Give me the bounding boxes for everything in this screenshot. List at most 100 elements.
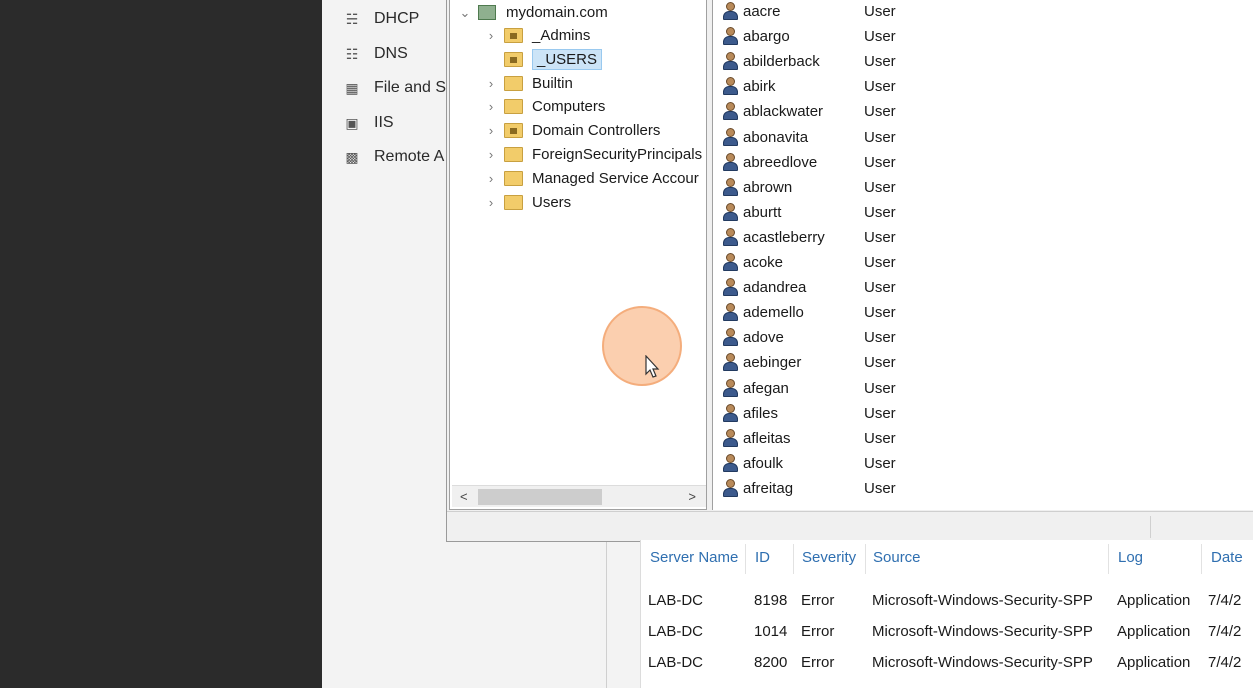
column-header-source[interactable]: Source xyxy=(873,549,921,566)
cell-date: 7/4/2 xyxy=(1208,623,1242,640)
column-header-server-name[interactable]: Server Name xyxy=(650,549,738,566)
user-icon xyxy=(723,77,739,96)
user-name: afreitag xyxy=(743,479,794,497)
chevron-right-icon[interactable]: › xyxy=(484,28,498,43)
user-type: User xyxy=(864,3,896,20)
user-icon xyxy=(723,202,739,222)
tree-item-computers[interactable]: › Computers xyxy=(484,98,606,115)
user-icon xyxy=(723,353,739,372)
list-item[interactable]: afiles User xyxy=(723,401,1243,426)
chevron-right-icon[interactable]: › xyxy=(484,123,498,138)
tree-label: mydomain.com xyxy=(506,4,608,21)
nav-item-remote-access[interactable]: ▩ Remote A xyxy=(342,148,444,166)
tree-item-admins[interactable]: › _Admins xyxy=(484,27,591,44)
events-table: Server Name ID Severity Source Log Date … xyxy=(640,540,1253,688)
cell-severity: Error xyxy=(801,623,835,640)
user-name: abrown xyxy=(743,178,793,196)
list-item[interactable]: abirk User xyxy=(723,74,1243,99)
cell-severity: Error xyxy=(801,592,835,609)
user-type: User xyxy=(864,429,896,447)
column-header-id[interactable]: ID xyxy=(755,549,770,566)
tree-label: Managed Service Accour xyxy=(532,170,699,187)
list-item[interactable]: adove User xyxy=(723,325,1243,350)
nav-item-iis[interactable]: ▣ IIS xyxy=(342,114,393,132)
tree-label: ForeignSecurityPrincipals xyxy=(532,146,703,163)
list-item[interactable]: acastleberry User xyxy=(723,225,1243,250)
column-header-date[interactable]: Date xyxy=(1211,549,1243,566)
tree-label: _Admins xyxy=(532,27,591,44)
cell-severity: Error xyxy=(801,654,835,671)
tree-item-users-ou[interactable]: _USERS xyxy=(484,49,603,70)
user-icon xyxy=(723,453,739,473)
user-icon xyxy=(723,278,739,297)
list-item[interactable]: aebinger User xyxy=(723,350,1243,375)
cell-server: LAB-DC xyxy=(648,654,704,671)
server-manager-nav: ☵ DHCP ☷ DNS ▦ File and S ▣ IIS ▩ Remote… xyxy=(322,0,450,688)
tree-item-managed-service-accounts[interactable]: › Managed Service Accour xyxy=(484,170,699,187)
chevron-right-icon[interactable]: › xyxy=(484,99,498,114)
list-item[interactable]: afreitag User xyxy=(723,476,1243,501)
mouse-cursor-icon xyxy=(645,355,660,378)
tree-item-domain-controllers[interactable]: › Domain Controllers xyxy=(484,122,661,139)
chevron-right-icon[interactable]: › xyxy=(484,171,498,186)
column-header-severity[interactable]: Severity xyxy=(802,549,856,566)
nav-item-dhcp[interactable]: ☵ DHCP xyxy=(342,10,420,28)
list-item[interactable]: ademello User xyxy=(723,300,1243,325)
tree-label: Users xyxy=(532,194,572,211)
column-separator xyxy=(745,544,746,574)
list-item[interactable]: ablackwater User xyxy=(723,99,1243,124)
cell-log: Application xyxy=(1117,623,1191,640)
tree-item-foreign-security-principals[interactable]: › ForeignSecurityPrincipals xyxy=(484,146,702,163)
user-icon xyxy=(723,428,739,448)
scroll-right-icon[interactable]: > xyxy=(688,489,696,504)
user-name: afiles xyxy=(743,404,779,422)
cell-date: 7/4/2 xyxy=(1208,592,1242,609)
list-item[interactable]: acoke User xyxy=(723,250,1243,275)
console-tree: ⌄ mydomain.com › _Admins _USERS › Builti… xyxy=(449,0,707,510)
list-item[interactable]: afegan User xyxy=(723,376,1243,401)
list-item[interactable]: afoulk User xyxy=(723,451,1243,476)
chevron-right-icon[interactable]: › xyxy=(484,195,498,210)
user-name: adove xyxy=(743,329,784,347)
nav-item-file-storage[interactable]: ▦ File and S xyxy=(342,79,446,97)
user-name: acastleberry xyxy=(743,228,825,246)
user-type: User xyxy=(864,454,896,472)
list-item[interactable]: aacre User xyxy=(723,0,1243,24)
user-type: User xyxy=(864,128,896,146)
column-header-log[interactable]: Log xyxy=(1118,549,1143,566)
list-item[interactable]: abrown User xyxy=(723,175,1243,200)
tree-item-builtin[interactable]: › Builtin xyxy=(484,75,573,92)
user-icon xyxy=(723,403,739,423)
list-item[interactable]: abilderback User xyxy=(723,49,1243,74)
status-separator xyxy=(1150,516,1151,538)
list-item[interactable]: abargo User xyxy=(723,24,1243,49)
scrollbar-thumb[interactable] xyxy=(478,489,602,505)
user-icon xyxy=(723,328,739,347)
user-type: User xyxy=(864,203,896,221)
list-item[interactable]: abonavita User xyxy=(723,125,1243,150)
list-item[interactable]: adandrea User xyxy=(723,275,1243,300)
list-item[interactable]: afleitas User xyxy=(723,426,1243,451)
chevron-right-icon[interactable]: › xyxy=(484,76,498,91)
column-separator xyxy=(793,544,794,574)
user-type: User xyxy=(864,404,896,422)
user-type: User xyxy=(864,178,896,196)
aduc-window: ⌄ mydomain.com › _Admins _USERS › Builti… xyxy=(446,0,1253,542)
tree-root-domain[interactable]: ⌄ mydomain.com xyxy=(458,4,608,21)
tree-label: Builtin xyxy=(532,75,573,92)
user-type: User xyxy=(864,78,896,96)
cell-log: Application xyxy=(1117,654,1191,671)
scroll-left-icon[interactable]: < xyxy=(460,489,468,504)
user-icon xyxy=(723,177,739,197)
user-name: afleitas xyxy=(743,429,791,447)
list-item[interactable]: aburtt User xyxy=(723,200,1243,225)
tree-horizontal-scrollbar[interactable]: < > xyxy=(452,485,706,507)
list-item[interactable]: abreedlove User xyxy=(723,150,1243,175)
user-name: ademello xyxy=(743,304,804,322)
chevron-right-icon[interactable]: › xyxy=(484,147,498,162)
user-icon xyxy=(723,152,739,172)
tree-item-users[interactable]: › Users xyxy=(484,194,571,211)
chevron-down-icon[interactable]: ⌄ xyxy=(458,5,472,21)
nav-item-dns[interactable]: ☷ DNS xyxy=(342,45,408,63)
cell-id: 8198 xyxy=(754,592,788,609)
